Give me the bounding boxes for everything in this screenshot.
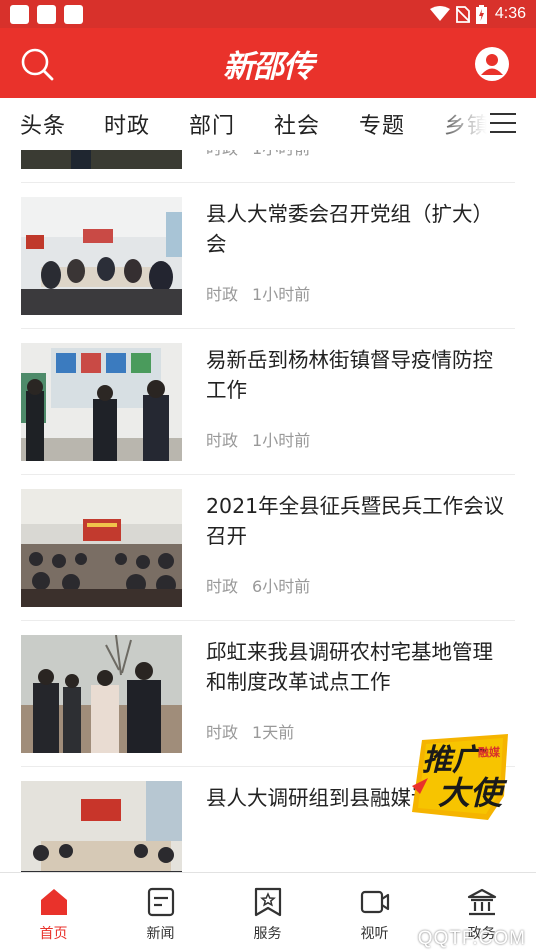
tab-headlines[interactable]: 头条: [20, 108, 66, 140]
news-item[interactable]: 易新岳到杨林街镇督导疫情防控工作 时政 1小时前: [0, 329, 536, 475]
video-icon: [360, 890, 390, 914]
nav-video[interactable]: 视听: [321, 873, 428, 952]
menu-icon[interactable]: [490, 113, 516, 135]
tab-departments[interactable]: 部门: [189, 108, 235, 140]
news-thumbnail: [21, 197, 182, 315]
notification-icon: [37, 5, 56, 24]
promo-ambassador-badge[interactable]: 推广 融媒 大使: [408, 726, 518, 826]
battery-charging-icon: [475, 4, 487, 24]
news-title: 县人大常委会召开党组（扩大）会: [206, 202, 493, 256]
nav-label: 首页: [39, 926, 68, 942]
news-item[interactable]: 县人大常委会召开党组（扩大）会 时政 1小时前: [0, 183, 536, 329]
news-item[interactable]: 时政1小时前: [0, 150, 536, 183]
nav-service[interactable]: 服务: [214, 873, 321, 952]
news-thumbnail: [21, 489, 182, 607]
news-thumbnail: [21, 150, 182, 169]
news-title: 邱虹来我县调研农村宅基地管理和制度改革试点工作: [206, 640, 493, 694]
news-meta: 时政1小时前: [206, 150, 310, 159]
news-title: 2021年全县征兵暨民兵工作会议召开: [206, 494, 505, 548]
badge-text-line2: 大使: [438, 774, 508, 812]
nav-label: 服务: [253, 926, 282, 942]
wifi-icon: [429, 6, 450, 21]
service-icon: [254, 887, 282, 917]
clock: 4:36: [494, 5, 526, 22]
government-icon: [467, 888, 497, 916]
news-thumbnail: [21, 635, 182, 753]
tab-topics[interactable]: 专题: [359, 108, 405, 140]
news-meta: 时政1小时前: [206, 285, 311, 304]
app-bar: 新邵传: [0, 28, 536, 98]
app-logo: 新邵传: [223, 48, 314, 85]
search-icon[interactable]: [20, 47, 54, 81]
tab-politics[interactable]: 时政: [104, 108, 150, 140]
news-meta: 时政 6小时前: [206, 577, 311, 596]
nav-label: 新闻: [146, 926, 175, 942]
nav-news[interactable]: 新闻: [107, 873, 214, 952]
tab-society[interactable]: 社会: [274, 108, 320, 140]
watermark: QQTF.COM: [417, 928, 526, 949]
notification-icon: [10, 5, 29, 24]
news-item[interactable]: 2021年全县征兵暨民兵工作会议召开 时政 6小时前: [0, 475, 536, 621]
bottom-nav: 首页 新闻 服务 视听 政务 QQTF.COM: [0, 872, 536, 952]
home-icon: [41, 889, 67, 915]
notification-icon: [64, 5, 83, 24]
badge-small-text: 融媒: [478, 745, 501, 759]
user-profile-icon[interactable]: [474, 46, 510, 82]
tab-fade: [426, 98, 536, 150]
nav-home[interactable]: 首页: [0, 873, 107, 952]
category-tabs: 头条 时政 部门 社会 专题 乡镇: [0, 98, 536, 150]
news-meta: 时政1小时前: [206, 431, 311, 450]
status-bar: 4:36: [0, 0, 536, 28]
news-title: 易新岳到杨林街镇督导疫情防控工作: [206, 348, 493, 402]
nav-label: 视听: [360, 926, 389, 942]
news-meta: 时政 1天前: [206, 723, 295, 742]
news-icon: [147, 887, 175, 917]
no-sim-icon: [455, 5, 470, 23]
news-thumbnail: [21, 343, 182, 461]
news-thumbnail: [21, 781, 182, 872]
